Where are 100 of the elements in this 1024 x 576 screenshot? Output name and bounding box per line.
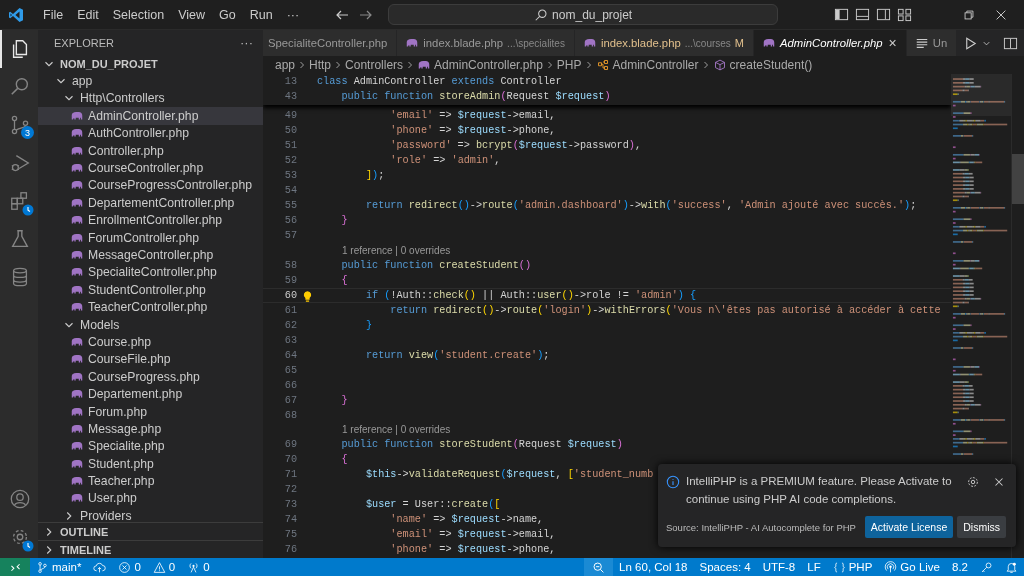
section-header[interactable]: OUTLINE bbox=[38, 522, 263, 540]
line-number: 43 bbox=[283, 91, 297, 102]
tree-item[interactable]: CourseFile.php bbox=[38, 350, 263, 369]
elephant-icon bbox=[70, 335, 84, 348]
code-line: $user = User::create([ bbox=[364, 499, 501, 510]
breadcrumb-item[interactable]: Http bbox=[309, 58, 332, 72]
search-icon bbox=[534, 7, 549, 22]
tree-item[interactable]: Message.php bbox=[38, 420, 263, 438]
toggle-sidebar-icon[interactable] bbox=[834, 7, 849, 22]
tree-item[interactable]: Http\Controllers bbox=[38, 89, 263, 108]
status-item[interactable]: LF bbox=[801, 558, 827, 576]
breadcrumb-item[interactable]: AdminController.php bbox=[417, 58, 543, 72]
scrollbar[interactable] bbox=[1011, 74, 1024, 558]
more-actions-button[interactable]: ··· bbox=[240, 35, 253, 50]
tree-item[interactable]: CourseController.php bbox=[38, 159, 263, 177]
editor-tab[interactable]: index.blade.php ...\courses M bbox=[574, 30, 754, 56]
code-line: 'name' => $request->name, bbox=[389, 514, 544, 525]
tree-item[interactable]: Student.php bbox=[38, 455, 263, 473]
toggle-panel-icon[interactable] bbox=[855, 7, 870, 22]
tree-item[interactable]: NOM_DU_PROJET bbox=[38, 55, 263, 73]
menu-item[interactable]: Go bbox=[212, 7, 243, 22]
command-center-search[interactable]: nom_du_projet bbox=[388, 4, 779, 25]
line-number: 76 bbox=[283, 544, 297, 555]
close-tab-button[interactable]: × bbox=[888, 35, 897, 51]
tree-item[interactable]: Departement.php bbox=[38, 385, 263, 403]
elephant-icon bbox=[70, 353, 84, 366]
code-line: 'phone' => $request->phone, bbox=[389, 125, 556, 136]
status-item[interactable]: Spaces: 4 bbox=[693, 558, 757, 576]
breadcrumb-item[interactable]: AdminController bbox=[595, 58, 699, 72]
editor-tab[interactable]: AdminController.php × bbox=[754, 30, 907, 56]
tree-item[interactable]: Course.php bbox=[38, 333, 263, 351]
tree-item[interactable]: Specialite.php bbox=[38, 437, 263, 455]
tree-item[interactable]: Models bbox=[38, 315, 263, 334]
tree-item[interactable]: app bbox=[38, 72, 263, 90]
line-number: 55 bbox=[283, 200, 297, 211]
codelens-link[interactable]: 1 reference | 0 overrides bbox=[342, 424, 451, 436]
scrollbar-thumb[interactable] bbox=[1012, 154, 1024, 204]
lightbulb-icon[interactable] bbox=[301, 289, 314, 303]
branch-status[interactable]: main* bbox=[30, 558, 88, 576]
tree-item[interactable]: Teacher.php bbox=[38, 472, 263, 490]
elephant-icon bbox=[70, 457, 84, 470]
tree-item[interactable]: Providers bbox=[38, 507, 263, 522]
split-editor-icon[interactable] bbox=[1003, 35, 1018, 51]
customize-layout-icon[interactable] bbox=[897, 7, 912, 22]
codelens-link[interactable]: 1 reference | 0 overrides bbox=[342, 244, 451, 256]
elephant-icon bbox=[762, 37, 776, 49]
tree-item[interactable]: CourseProgress.php bbox=[38, 368, 263, 386]
menu-item[interactable]: File bbox=[36, 7, 71, 22]
notification-button[interactable]: Dismiss bbox=[957, 516, 1006, 538]
tree-item[interactable]: Forum.php bbox=[38, 402, 263, 421]
tree-item[interactable]: SpecialiteController.php bbox=[38, 263, 263, 282]
source-control-activity-button[interactable]: 3 bbox=[0, 106, 38, 144]
line-number: 74 bbox=[283, 514, 297, 525]
menu-item[interactable]: Selection bbox=[105, 7, 172, 22]
status-item[interactable]: UTF-8 bbox=[756, 558, 802, 576]
tree-item[interactable]: EnrollmentController.php bbox=[38, 211, 263, 229]
ports-status[interactable]: 0 bbox=[181, 558, 216, 576]
errors-status[interactable]: 0 bbox=[112, 558, 147, 576]
tree-item[interactable]: StudentController.php bbox=[38, 281, 263, 299]
tree-item[interactable]: TeacherController.php bbox=[38, 298, 263, 316]
restore-window-icon[interactable] bbox=[962, 7, 976, 22]
menu-item[interactable]: ··· bbox=[279, 7, 307, 22]
tree-item[interactable]: CourseProgressController.php bbox=[38, 176, 263, 195]
tree-item[interactable]: Controller.php bbox=[38, 141, 263, 160]
menu-item[interactable]: Edit bbox=[70, 7, 106, 22]
editor-tab[interactable]: SpecialiteController.php bbox=[263, 30, 398, 56]
toggle-secondary-sidebar-icon[interactable] bbox=[876, 7, 891, 22]
language-mode[interactable]: PHP bbox=[826, 558, 879, 576]
breadcrumb-item[interactable]: Controllers bbox=[345, 58, 404, 72]
menu-item[interactable]: View bbox=[171, 7, 212, 22]
status-item[interactable]: 8.2 bbox=[946, 558, 974, 576]
account-icon bbox=[9, 488, 31, 510]
breadcrumb-item[interactable]: createStudent() bbox=[712, 58, 813, 72]
count-badge: 3 bbox=[21, 126, 34, 139]
tree-item[interactable]: DepartementController.php bbox=[38, 194, 263, 212]
cube-icon bbox=[712, 59, 727, 71]
tree-item[interactable]: AuthController.php bbox=[38, 124, 263, 142]
line-number: 67 bbox=[283, 394, 297, 406]
warning-icon bbox=[152, 560, 166, 574]
tree-item[interactable]: AdminController.php bbox=[38, 107, 263, 125]
settings-icon[interactable] bbox=[966, 475, 980, 489]
code-line: return view('student.create'); bbox=[364, 349, 550, 361]
go-live-button[interactable]: Go Live bbox=[878, 558, 946, 576]
status-item[interactable]: Ln 60, Col 18 bbox=[613, 558, 694, 576]
zoom-button[interactable] bbox=[584, 558, 614, 576]
tree-item[interactable]: User.php bbox=[38, 489, 263, 508]
breadcrumb-item[interactable]: app bbox=[275, 58, 296, 72]
notification-button[interactable]: Activate License bbox=[864, 516, 954, 538]
run-icon[interactable] bbox=[963, 35, 978, 51]
line-number: 75 bbox=[283, 529, 297, 540]
warnings-status[interactable]: 0 bbox=[146, 558, 182, 576]
tree-item[interactable]: ForumController.php bbox=[38, 228, 263, 247]
line-number: 62 bbox=[283, 319, 297, 331]
menu-item[interactable]: Run bbox=[242, 7, 280, 22]
remote-button[interactable] bbox=[0, 558, 30, 576]
editor-tab[interactable]: index.blade.php ...\specialites bbox=[397, 30, 575, 56]
line-number: 72 bbox=[283, 484, 297, 495]
breadcrumb-item[interactable]: PHP bbox=[556, 58, 582, 72]
tree-item[interactable]: MessageController.php bbox=[38, 246, 263, 264]
editor-tab[interactable]: Un bbox=[906, 30, 957, 56]
